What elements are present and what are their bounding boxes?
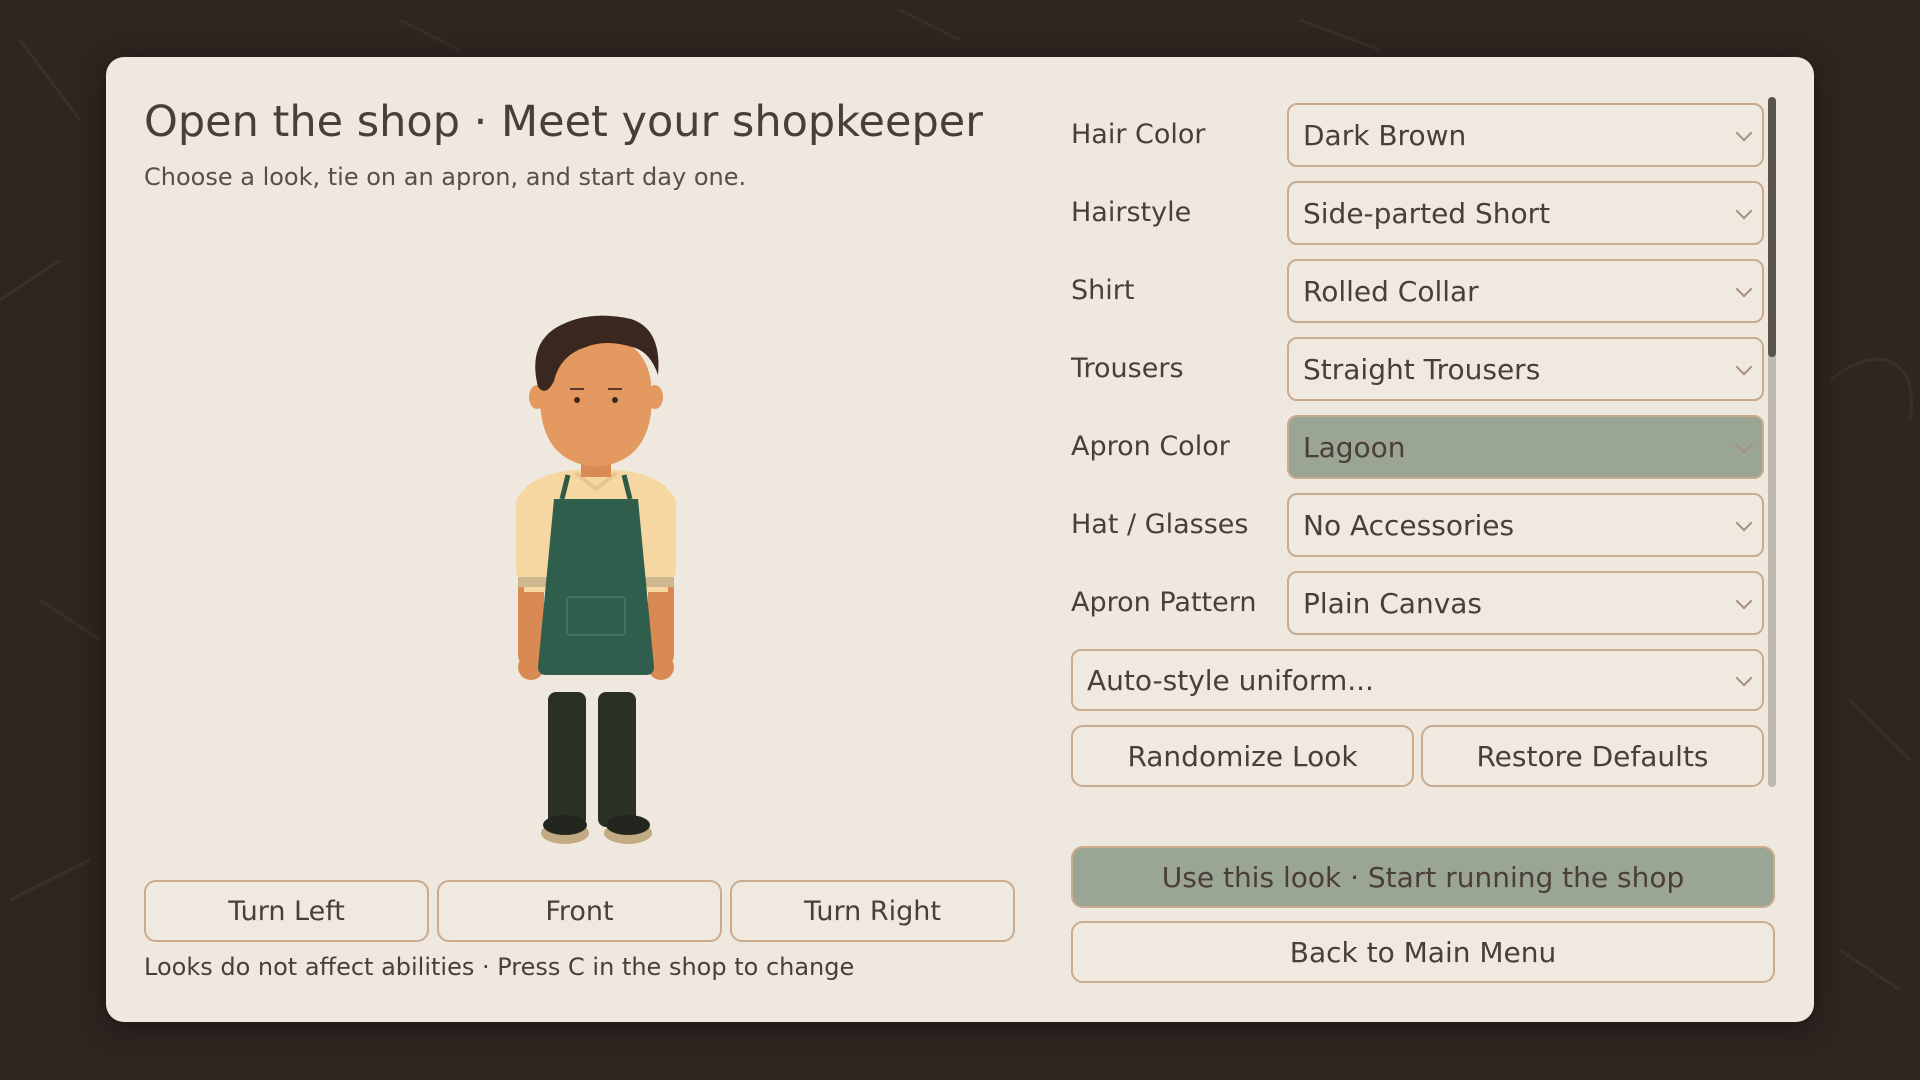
auto-style-value: Auto-style uniform...: [1087, 663, 1374, 697]
character-legs: [548, 692, 636, 827]
hairstyle-value: Side-parted Short: [1303, 196, 1551, 230]
hat-glasses-label: Hat / Glasses: [1071, 509, 1249, 540]
hair-color-label: Hair Color: [1071, 119, 1206, 150]
apron-color-select[interactable]: Lagoon: [1287, 415, 1764, 479]
shirt-label: Shirt: [1071, 275, 1135, 306]
hint-text: Looks do not affect abilities · Press C …: [144, 953, 855, 981]
scrollbar-thumb[interactable]: [1768, 97, 1776, 357]
apron-pattern-select[interactable]: Plain Canvas: [1287, 571, 1764, 635]
apron-color-label: Apron Color: [1071, 431, 1230, 462]
trousers-select[interactable]: Straight Trousers: [1287, 337, 1764, 401]
turn-right-button[interactable]: Turn Right: [730, 880, 1015, 942]
trousers-label: Trousers: [1071, 353, 1184, 384]
restore-defaults-button[interactable]: Restore Defaults: [1421, 725, 1764, 787]
back-to-main-menu-button[interactable]: Back to Main Menu: [1071, 921, 1775, 983]
character-shoes: [541, 815, 652, 844]
apron-color-value: Lagoon: [1303, 430, 1406, 464]
character-apron: [538, 474, 654, 675]
hair-color-value: Dark Brown: [1303, 118, 1467, 152]
page-title: Open the shop · Meet your shopkeeper: [144, 97, 983, 147]
page-subtitle: Choose a look, tie on an apron, and star…: [144, 163, 747, 191]
chevron-down-icon: [1735, 669, 1753, 687]
hat-glasses-select[interactable]: No Accessories: [1287, 493, 1764, 557]
apron-pattern-value: Plain Canvas: [1303, 586, 1483, 620]
character-creator-panel: Open the shop · Meet your shopkeeper Cho…: [106, 57, 1814, 1022]
hair-color-select[interactable]: Dark Brown: [1287, 103, 1764, 167]
options-scrollbar[interactable]: [1768, 97, 1776, 787]
shirt-select[interactable]: Rolled Collar: [1287, 259, 1764, 323]
character-preview[interactable]: [436, 247, 756, 887]
auto-style-select[interactable]: Auto-style uniform...: [1071, 649, 1764, 711]
hairstyle-select[interactable]: Side-parted Short: [1287, 181, 1764, 245]
shirt-value: Rolled Collar: [1303, 274, 1479, 308]
trousers-value: Straight Trousers: [1303, 352, 1541, 386]
front-view-button[interactable]: Front: [437, 880, 722, 942]
hat-glasses-value: No Accessories: [1303, 508, 1515, 542]
confirm-look-button[interactable]: Use this look · Start running the shop: [1071, 846, 1775, 908]
apron-pattern-label: Apron Pattern: [1071, 587, 1257, 618]
hairstyle-label: Hairstyle: [1071, 197, 1192, 228]
randomize-look-button[interactable]: Randomize Look: [1071, 725, 1414, 787]
turn-left-button[interactable]: Turn Left: [144, 880, 429, 942]
